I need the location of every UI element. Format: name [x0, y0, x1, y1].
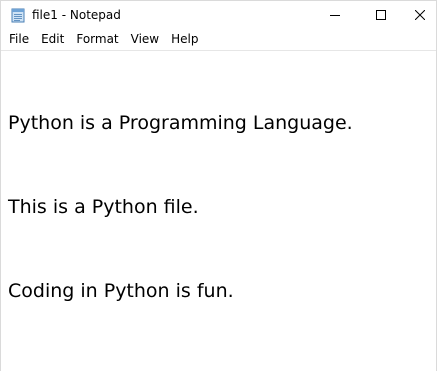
minimize-button[interactable] [312, 1, 358, 29]
maximize-icon [376, 10, 386, 20]
minimize-icon [330, 15, 340, 16]
menu-view[interactable]: View [126, 30, 164, 49]
menu-format[interactable]: Format [71, 30, 123, 49]
editor-line: Python is a Programming Language. [8, 112, 353, 134]
notepad-window: file1 - Notepad File Edit Format View He… [0, 0, 437, 371]
close-icon [415, 10, 425, 20]
editor-line: This is a Python file. [8, 196, 199, 218]
editor-line: Coding in Python is fun. [8, 280, 234, 302]
window-title: file1 - Notepad [32, 8, 121, 22]
editor-content[interactable]: Python is a Programming Language. This i… [8, 53, 353, 361]
menu-help[interactable]: Help [166, 30, 203, 49]
menu-edit[interactable]: Edit [36, 30, 69, 49]
menu-file[interactable]: File [4, 30, 34, 49]
title-bar[interactable]: file1 - Notepad [1, 1, 436, 29]
notepad-icon [11, 8, 25, 23]
text-editor[interactable]: Python is a Programming Language. This i… [1, 50, 436, 371]
menu-bar: File Edit Format View Help [1, 30, 436, 49]
maximize-button[interactable] [358, 1, 404, 29]
close-button[interactable] [404, 1, 436, 29]
